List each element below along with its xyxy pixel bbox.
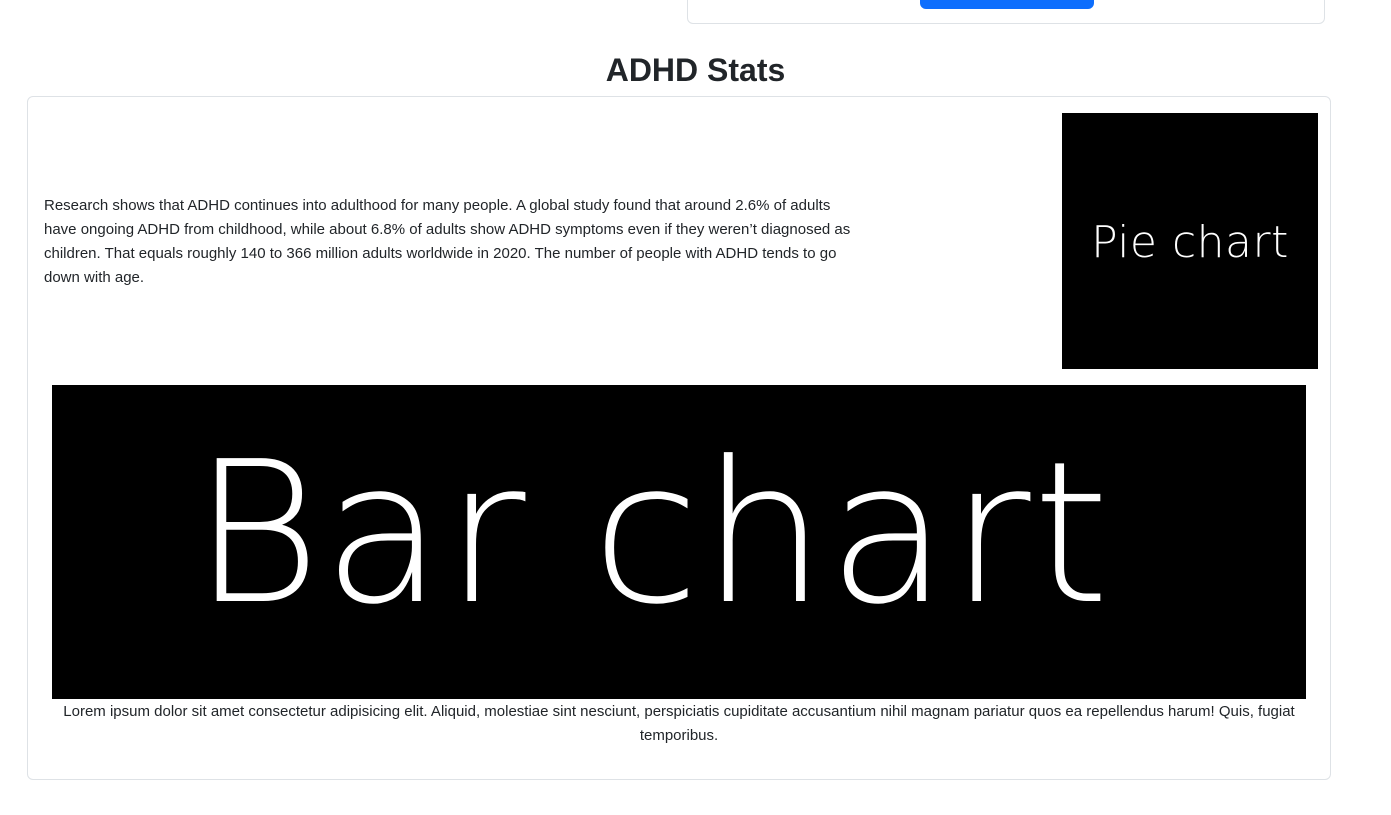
bar-chart-image-label: Bar chart <box>192 420 1112 648</box>
stats-card: Research shows that ADHD continues into … <box>27 96 1331 780</box>
section-title: ADHD Stats <box>605 52 786 88</box>
page: ADHD Stats Research shows that ADHD cont… <box>0 0 1391 815</box>
top-card <box>687 0 1325 24</box>
primary-button[interactable] <box>920 0 1094 9</box>
bar-chart-image: Bar chart <box>52 385 1306 699</box>
intro-paragraph: Research shows that ADHD continues into … <box>44 197 851 286</box>
pie-chart-image: Pie chart <box>1062 113 1318 369</box>
pie-chart-image-label: Pie chart <box>1091 216 1289 268</box>
caption-paragraph: Lorem ipsum dolor sit amet consectetur a… <box>63 703 1295 744</box>
